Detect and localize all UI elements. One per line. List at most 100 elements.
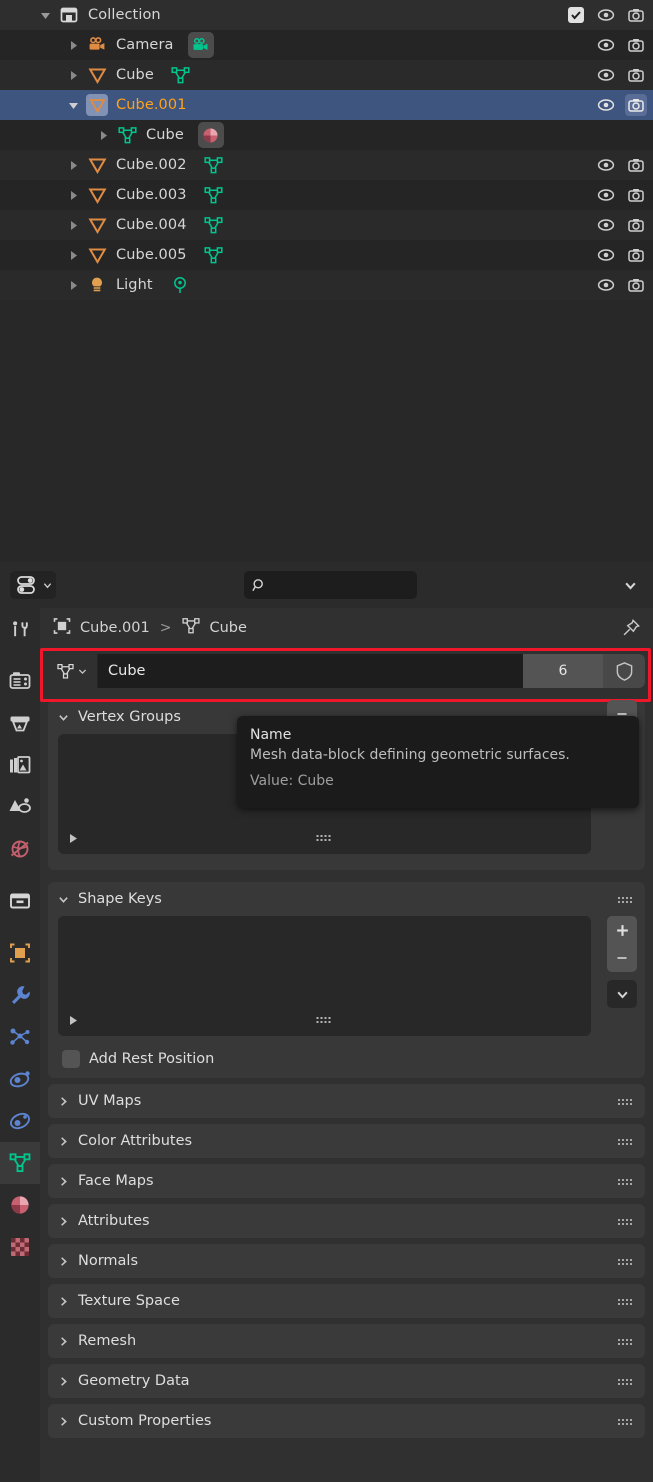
disable-in-renders-camera-icon[interactable] [625,214,647,236]
hide-in-viewport-eye-icon[interactable] [595,274,617,296]
tab-view-layer[interactable] [0,744,40,786]
chevron-right-icon[interactable] [58,1176,78,1187]
shape-key-add-button[interactable] [607,916,637,944]
chevron-right-icon[interactable] [58,1416,78,1427]
chevron-down-icon[interactable] [58,894,78,905]
tab-world[interactable] [0,828,40,870]
disclosure-triangle-right-icon[interactable] [62,270,84,300]
outliner-row-collection[interactable]: Collection [0,0,653,30]
chevron-right-icon[interactable] [58,1096,78,1107]
mesh-data-icon[interactable] [168,62,194,88]
tab-output[interactable] [0,702,40,744]
outliner-row-light[interactable]: Light [0,270,653,300]
grip-dots-icon[interactable] [618,893,635,909]
outliner-empty-area-2[interactable] [0,412,653,562]
disable-in-renders-camera-icon[interactable] [625,94,647,116]
tab-physics[interactable] [0,1058,40,1100]
outliner-row-camera[interactable]: Camera [0,30,653,60]
mesh-data-icon[interactable] [201,182,227,208]
mesh-data-icon[interactable] [201,212,227,238]
grip-dots-icon[interactable] [618,1095,635,1111]
shape-key-specials-button[interactable] [607,980,637,1008]
disclosure-triangle-right-icon[interactable] [62,60,84,90]
grip-dots-icon[interactable] [618,1135,635,1151]
editor-type-selector[interactable] [10,571,56,599]
breadcrumb-data[interactable]: Cube [209,620,246,636]
chevron-right-icon[interactable] [58,1136,78,1147]
pin-icon[interactable] [619,616,643,640]
grip-dots-icon[interactable] [618,1415,635,1431]
grip-dots-icon[interactable] [618,1375,635,1391]
disable-in-renders-camera-icon[interactable] [625,34,647,56]
camera-data-icon[interactable] [187,32,214,58]
disclosure-triangle-down-icon[interactable] [62,90,84,120]
panel-normals[interactable]: Normals [48,1244,645,1278]
hide-in-viewport-eye-icon[interactable] [595,214,617,236]
hide-in-viewport-eye-icon[interactable] [595,154,617,176]
play-triangle-icon[interactable] [68,829,79,848]
tab-object-data[interactable] [0,1142,40,1184]
panel-header-shape-keys[interactable]: Shape Keys [48,882,645,916]
disclosure-triangle-right-icon[interactable] [62,150,84,180]
hide-in-viewport-eye-icon[interactable] [595,4,617,26]
panel-texture-space[interactable]: Texture Space [48,1284,645,1318]
mesh-data-icon[interactable] [201,242,227,268]
panel-attributes[interactable]: Attributes [48,1204,645,1238]
disclosure-triangle-down-icon[interactable] [34,0,56,30]
disable-in-renders-camera-icon[interactable] [625,4,647,26]
panel-face-maps[interactable]: Face Maps [48,1164,645,1198]
disclosure-triangle-right-icon[interactable] [92,120,114,150]
light-data-icon[interactable] [167,272,193,298]
datablock-name-field[interactable]: Cube [98,654,523,688]
grip-dots-icon[interactable] [316,1010,333,1029]
breadcrumb-object[interactable]: Cube.001 [80,620,150,636]
add-rest-position-checkbox[interactable] [62,1050,80,1068]
shape-key-remove-button[interactable] [607,944,637,972]
disable-in-renders-camera-icon[interactable] [625,154,647,176]
outliner-empty-area[interactable] [0,300,653,412]
tab-tool[interactable] [0,608,40,650]
add-rest-position-row[interactable]: Add Rest Position [48,1046,645,1078]
grip-dots-icon[interactable] [618,1295,635,1311]
panel-remesh[interactable]: Remesh [48,1324,645,1358]
play-triangle-icon[interactable] [68,1011,79,1030]
disable-in-renders-camera-icon[interactable] [625,64,647,86]
outliner-row-cube-mesh-data[interactable]: Cube [0,120,653,150]
disclosure-triangle-right-icon[interactable] [62,240,84,270]
tab-modifiers[interactable] [0,974,40,1016]
tab-particles[interactable] [0,1016,40,1058]
tab-constraints[interactable] [0,1100,40,1142]
shape-keys-list[interactable] [58,916,591,1036]
outliner-row-cube-002[interactable]: Cube.002 [0,150,653,180]
hide-in-viewport-eye-icon[interactable] [595,244,617,266]
tab-render[interactable] [0,660,40,702]
chevron-down-icon[interactable] [58,712,78,723]
mesh-data-icon[interactable] [201,152,227,178]
disable-in-renders-camera-icon[interactable] [625,274,647,296]
outliner-row-cube-005[interactable]: Cube.005 [0,240,653,270]
outliner-row-cube-001[interactable]: Cube.001 [0,90,653,120]
hide-in-viewport-eye-icon[interactable] [595,64,617,86]
grip-dots-icon[interactable] [618,1255,635,1271]
grip-dots-icon[interactable] [618,1335,635,1351]
tab-texture[interactable] [0,1226,40,1268]
grip-dots-icon[interactable] [316,828,333,847]
disable-in-renders-camera-icon[interactable] [625,244,647,266]
chevron-right-icon[interactable] [58,1376,78,1387]
disable-in-renders-camera-icon[interactable] [625,184,647,206]
panel-custom-properties[interactable]: Custom Properties [48,1404,645,1438]
chevron-right-icon[interactable] [58,1296,78,1307]
grip-dots-icon[interactable] [618,1175,635,1191]
chevron-right-icon[interactable] [58,1336,78,1347]
outliner-row-cube-003[interactable]: Cube.003 [0,180,653,210]
panel-geometry-data[interactable]: Geometry Data [48,1364,645,1398]
tab-material[interactable] [0,1184,40,1226]
tab-object[interactable] [0,932,40,974]
search-input[interactable] [267,577,397,593]
disclosure-triangle-right-icon[interactable] [62,210,84,240]
grip-dots-icon[interactable] [618,1215,635,1231]
tab-collection[interactable] [0,880,40,922]
hide-in-viewport-eye-icon[interactable] [595,34,617,56]
material-icon[interactable] [197,122,224,148]
chevron-right-icon[interactable] [58,1216,78,1227]
